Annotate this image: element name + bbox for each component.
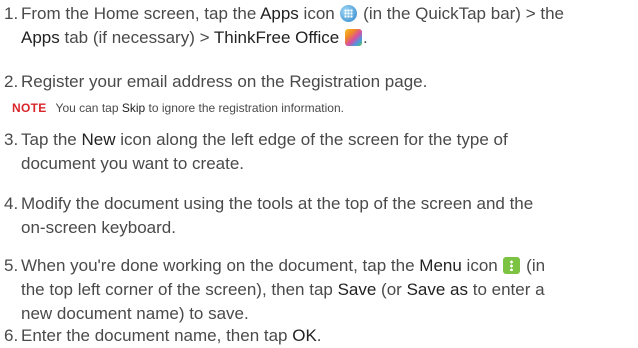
menu-term: Menu <box>419 256 462 275</box>
apps-term: Apps <box>260 4 299 23</box>
step-2: 2. Register your email address on the Reg… <box>4 70 634 94</box>
thinkfree-office-term: ThinkFree Office <box>213 28 340 47</box>
step-number: 6. <box>4 326 19 345</box>
note-label: NOTE <box>12 101 47 115</box>
step-number: 5. <box>4 256 19 275</box>
menu-icon <box>503 257 521 274</box>
step-5: 5. When you're done working on the docume… <box>4 256 546 323</box>
apps-icon <box>340 5 358 22</box>
save-as-term: Save as <box>406 280 468 299</box>
thinkfree-office-icon <box>345 29 362 46</box>
step-1: 1. From the Home screen, tap the Apps ico… <box>4 4 564 47</box>
step-number: 3. <box>4 130 19 149</box>
skip-term: Skip <box>121 101 146 115</box>
note: NOTE You can tap Skip to ignore the regis… <box>12 101 344 115</box>
step-number: 2. <box>4 72 19 91</box>
new-term: New <box>81 130 116 149</box>
step-3: 3. Tap the New icon along the left edge o… <box>4 130 508 173</box>
ok-term: OK <box>292 326 317 345</box>
step-number: 4. <box>4 194 19 213</box>
step-number: 1. <box>4 4 19 23</box>
step-6: 6. Enter the document name, then tap OK. <box>4 324 634 348</box>
step-4: 4. Modify the document using the tools at… <box>4 194 534 237</box>
save-term: Save <box>337 280 377 299</box>
apps-tab-term: Apps <box>21 28 60 47</box>
